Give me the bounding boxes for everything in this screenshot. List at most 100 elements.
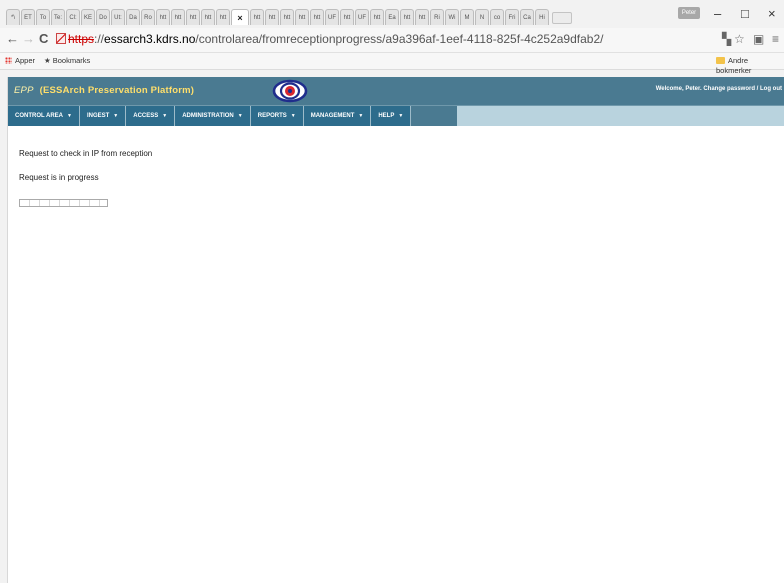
new-tab-button[interactable] [552,12,572,24]
bookmarks-shortcut[interactable]: ★ Bookmarks [44,56,90,66]
broken-lock-icon[interactable] [56,33,66,44]
browser-tab[interactable]: htt [156,9,170,25]
browser-tab[interactable]: *\ [6,9,20,25]
left-page-margin [0,77,8,583]
browser-tab[interactable]: htt [400,9,414,25]
apps-shortcut[interactable]: Apper [5,56,35,66]
browser-tab[interactable]: Da [126,9,140,25]
essarch-logo-icon [272,79,308,103]
browser-tab[interactable]: htt [216,9,230,25]
caret-down-icon: ▼ [358,113,364,119]
browser-tab[interactable]: To [36,9,50,25]
url-host: essarch3.kdrs.no [104,32,196,46]
browser-tab[interactable]: Ea [385,9,399,25]
address-bar[interactable]: https://essarch3.kdrs.no/controlarea/fro… [56,31,696,48]
extension-icon[interactable]: ▣ [753,32,764,46]
back-arrow-icon[interactable]: ← [6,32,19,46]
caret-down-icon: ▼ [67,113,72,119]
browser-tab[interactable]: Te: [51,9,65,25]
app-title: EPP (ESSArch Preservation Platform) [14,85,194,96]
browser-tab[interactable]: UF [325,9,339,25]
caret-down-icon: ▼ [237,113,243,119]
menu-item-label: ACCESS [133,113,159,119]
bookmarks-bar: Apper ★ Bookmarks Andre bokmerker [0,53,784,75]
menu-item-management[interactable]: MANAGEMENT ▼ [303,106,372,127]
star-icon: ★ [44,56,51,65]
main-content: Request to check in IP from reception Re… [8,126,784,583]
maximize-button[interactable]: □ [741,6,749,22]
menu-item-help[interactable]: HELP ▼ [371,106,412,127]
menu-item-reports[interactable]: REPORTS ▼ [250,106,304,127]
progress-bar [19,199,108,207]
browser-tab[interactable]: Ri [430,9,444,25]
menu-item-ingest[interactable]: INGEST ▼ [79,106,127,127]
translate-icon[interactable]: ▚ [722,32,731,46]
url-separator: :// [94,32,105,46]
status-message: Request is in progress [19,173,99,182]
browser-tab[interactable]: Ro [141,9,155,25]
main-menu: CONTROL AREA ▼ INGEST ▼ ACCESS ▼ ADMINISTRATIO… [8,106,412,127]
close-window-button[interactable]: × [768,6,776,22]
url-scheme: https [68,32,95,46]
caret-down-icon: ▼ [162,113,168,119]
folder-icon [716,57,725,64]
tab-list: *\ ET To Te: Cl: KE Do Ut: Da Ro htt htt htt htt htt × h… [6,9,572,28]
app-short-name: EPP [14,85,34,96]
browser-tab[interactable]: N [475,9,489,25]
browser-tab[interactable]: htt [370,9,384,25]
caret-down-icon: ▼ [398,113,404,119]
url-path: /controlarea/fromreceptionprogress/a9a39… [195,32,604,46]
app-full-name: (ESSArch Preservation Platform) [39,85,195,96]
tab-strip: *\ ET To Te: Cl: KE Do Ut: Da Ro htt htt htt htt htt × h… [0,0,784,28]
menu-icon[interactable]: ≡ [772,32,779,46]
bookmarks-label: Bookmarks [52,56,91,65]
apps-label: Apper [15,56,36,65]
other-bookmarks-folder[interactable]: Andre bokmerker [716,56,784,76]
browser-tab[interactable]: htt [280,9,294,25]
main-menu-bar: CONTROL AREA ▼ INGEST ▼ ACCESS ▼ ADMINISTRATIO… [8,105,784,127]
browser-tab[interactable]: Wi [445,9,459,25]
minimize-button[interactable]: – [714,6,721,22]
menu-item-label: MANAGEMENT [310,113,355,119]
menu-item-label: INGEST [86,113,110,119]
caret-down-icon: ▼ [290,113,296,119]
browser-tab[interactable]: htt [186,9,200,25]
browser-window: *\ ET To Te: Cl: KE Do Ut: Da Ro htt htt htt htt htt × h… [0,0,784,583]
menu-item-access[interactable]: ACCESS ▼ [126,106,176,127]
browser-tab[interactable]: Ut: [111,9,125,25]
browser-tab[interactable]: htt [171,9,185,25]
browser-tab[interactable]: htt [415,9,429,25]
browser-tab[interactable]: M [460,9,474,25]
browser-tab[interactable]: Do [96,9,110,25]
browser-tab[interactable]: Cl: [66,9,80,25]
browser-toolbar: ← → C https://essarch3.kdrs.no/controlar… [0,28,784,53]
profile-button[interactable]: Peter [678,7,700,19]
browser-tab[interactable]: KE [81,9,95,25]
apps-grid-icon [5,57,12,64]
menu-item-label: HELP [378,113,395,119]
menu-item-label: CONTROL AREA [15,113,63,119]
caret-down-icon: ▼ [113,113,119,119]
browser-tab[interactable]: htt [201,9,215,25]
bookmark-star-icon[interactable]: ☆ [734,32,745,46]
browser-tab[interactable]: htt [250,9,264,25]
browser-tab[interactable]: htt [265,9,279,25]
browser-tab[interactable]: Hi [535,9,549,25]
menu-item-administration[interactable]: ADMINISTRATION ▼ [175,106,251,127]
browser-tab[interactable]: Fri [505,9,519,25]
browser-tab[interactable]: htt [310,9,324,25]
browser-tab[interactable]: co [490,9,504,25]
menu-item-label: ADMINISTRATION [182,113,234,119]
active-tab-close-button[interactable]: × [231,9,249,25]
menu-item-label: REPORTS [257,113,287,119]
menu-item-control-area[interactable]: CONTROL AREA ▼ [8,106,80,127]
welcome-links[interactable]: Welcome, Peter. Change password / Log ou… [656,86,782,92]
browser-tab[interactable]: htt [340,9,354,25]
reload-icon[interactable]: C [39,32,48,46]
forward-arrow-icon[interactable]: → [22,32,35,46]
browser-tab[interactable]: htt [295,9,309,25]
browser-tab[interactable]: UF [355,9,369,25]
browser-tab[interactable]: Ca [520,9,534,25]
browser-tab[interactable]: ET [21,9,35,25]
request-message: Request to check in IP from reception [19,149,153,158]
